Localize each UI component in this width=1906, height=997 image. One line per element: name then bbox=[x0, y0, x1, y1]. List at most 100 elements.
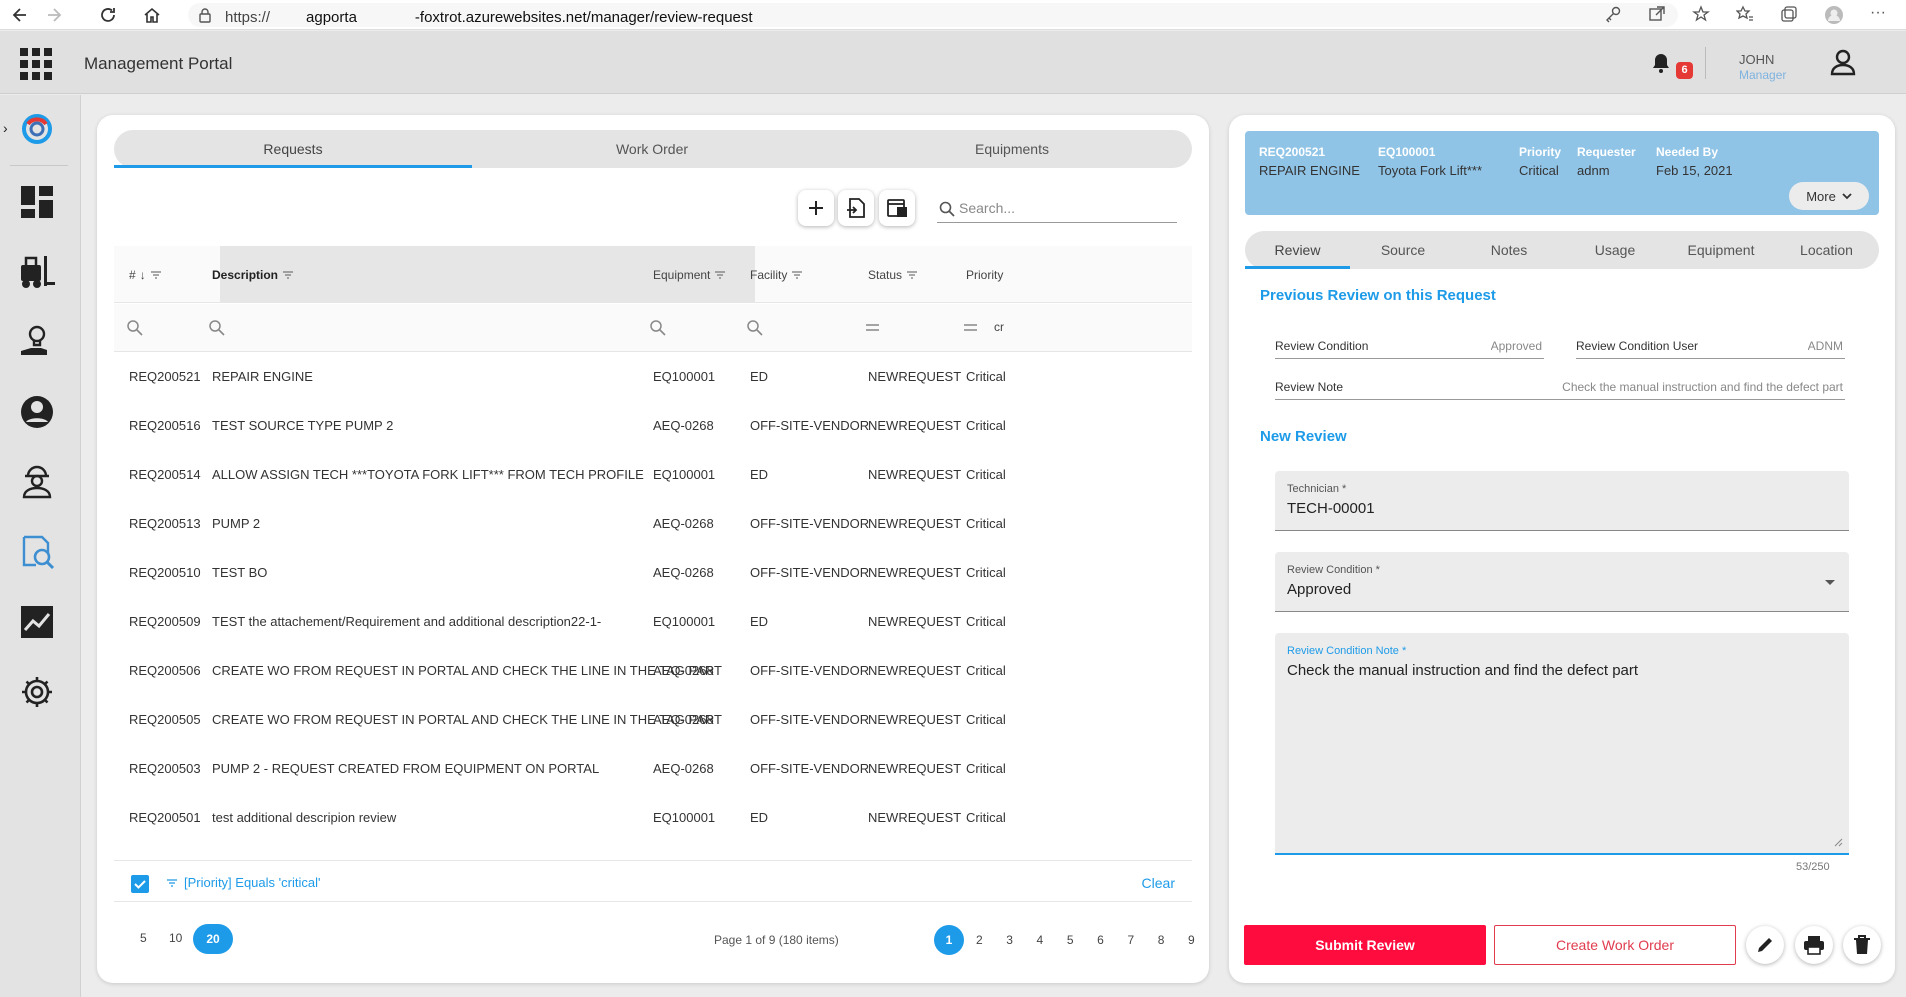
key-icon[interactable] bbox=[1604, 5, 1622, 23]
table-row[interactable]: REQ200521 REPAIR ENGINE EQ100001 ED NEWREQUE… bbox=[114, 353, 1192, 402]
cell-priority: Critical bbox=[966, 663, 1006, 678]
filter-search-icon[interactable] bbox=[208, 319, 225, 336]
submit-review-button[interactable]: Submit Review bbox=[1244, 925, 1486, 965]
nav-divider bbox=[10, 165, 68, 166]
profile-avatar-icon[interactable] bbox=[1824, 5, 1844, 25]
resize-handle-icon[interactable] bbox=[1834, 838, 1843, 847]
filter-search-icon[interactable] bbox=[126, 319, 143, 336]
reload-icon[interactable] bbox=[98, 5, 118, 25]
filter-icon[interactable] bbox=[714, 270, 726, 280]
review-condition-select[interactable]: Review Condition * Approved bbox=[1275, 552, 1849, 612]
filter-search-icon[interactable] bbox=[746, 319, 763, 336]
table-row[interactable]: REQ200509 TEST the attachement/Requiremen… bbox=[114, 598, 1192, 647]
page-1-button[interactable]: 1 bbox=[934, 925, 964, 955]
page-9-button[interactable]: 9 bbox=[1176, 925, 1206, 955]
page-4-button[interactable]: 4 bbox=[1025, 925, 1055, 955]
column-chooser-button[interactable] bbox=[879, 190, 915, 226]
cell-priority: Critical bbox=[966, 516, 1006, 531]
export-button[interactable] bbox=[838, 190, 874, 226]
forward-icon[interactable] bbox=[44, 5, 64, 25]
delete-button[interactable] bbox=[1843, 926, 1881, 964]
summary-needed-value: Feb 15, 2021 bbox=[1656, 163, 1733, 178]
page-size-10[interactable]: 10 bbox=[169, 931, 182, 945]
tab-source[interactable]: Source bbox=[1350, 231, 1456, 269]
app-launcher-icon[interactable] bbox=[20, 48, 52, 80]
summary-priority-label: Priority bbox=[1519, 145, 1562, 159]
col-header-num[interactable]: # ↓ bbox=[129, 268, 162, 282]
cell-id: REQ200503 bbox=[129, 761, 201, 776]
col-header-description[interactable]: Description bbox=[212, 268, 294, 282]
tab-work-order[interactable]: Work Order bbox=[472, 130, 832, 168]
url-domain-part: agporta bbox=[306, 9, 357, 26]
back-icon[interactable] bbox=[10, 5, 30, 25]
expand-nav-icon[interactable]: › bbox=[3, 120, 8, 136]
table-row[interactable]: REQ200503 PUMP 2 - REQUEST CREATED FROM E… bbox=[114, 745, 1192, 794]
filter-equals-icon[interactable] bbox=[864, 319, 881, 336]
dashboard-icon[interactable] bbox=[18, 183, 56, 221]
tab-review[interactable]: Review bbox=[1245, 231, 1350, 269]
table-row[interactable]: REQ200516 TEST SOURCE TYPE PUMP 2 AEQ-0268… bbox=[114, 402, 1192, 451]
browser-menu-icon[interactable]: ··· bbox=[1870, 5, 1886, 25]
filter-search-icon[interactable] bbox=[649, 319, 666, 336]
page-3-button[interactable]: 3 bbox=[995, 925, 1025, 955]
priority-filter-value[interactable]: cr bbox=[994, 320, 1004, 334]
add-request-button[interactable] bbox=[798, 190, 834, 226]
table-row[interactable]: REQ200514 ALLOW ASSIGN TECH ***TOYOTA FOR… bbox=[114, 451, 1192, 500]
page-5-button[interactable]: 5 bbox=[1055, 925, 1085, 955]
filter-icon[interactable] bbox=[906, 270, 918, 280]
external-icon[interactable] bbox=[1648, 5, 1666, 23]
tab-notes[interactable]: Notes bbox=[1456, 231, 1562, 269]
forklift-icon[interactable] bbox=[18, 253, 56, 291]
table-row[interactable]: REQ200506 CREATE WO FROM REQUEST IN PORTA… bbox=[114, 647, 1192, 696]
table-row[interactable]: REQ200505 CREATE WO FROM REQUEST IN PORTA… bbox=[114, 696, 1192, 745]
review-search-icon[interactable] bbox=[18, 533, 56, 571]
col-header-equipment[interactable]: Equipment bbox=[653, 268, 726, 282]
page-7-button[interactable]: 7 bbox=[1116, 925, 1146, 955]
table-row[interactable]: REQ200501 test additional descripion revi… bbox=[114, 794, 1192, 843]
tab-location[interactable]: Location bbox=[1774, 231, 1879, 269]
table-row[interactable]: REQ200510 TEST BO AEQ-0268 OFF-SITE-VENDOR N… bbox=[114, 549, 1192, 598]
page-6-button[interactable]: 6 bbox=[1086, 925, 1116, 955]
settings-gear-icon[interactable] bbox=[18, 673, 56, 711]
active-filter[interactable]: [Priority] Equals 'critical' bbox=[166, 875, 320, 890]
col-header-priority[interactable]: Priority bbox=[966, 268, 1003, 282]
request-idea-icon[interactable] bbox=[18, 323, 56, 361]
technician-field[interactable]: Technician * TECH-00001 bbox=[1275, 471, 1849, 531]
page-size-5[interactable]: 5 bbox=[140, 931, 147, 945]
technician-icon[interactable] bbox=[18, 463, 56, 501]
filter-icon[interactable] bbox=[791, 270, 803, 280]
address-bar[interactable]: https:// agporta -foxtrot.azurewebsites.ne… bbox=[188, 3, 1678, 27]
filter-equals-icon[interactable] bbox=[962, 319, 979, 336]
print-button[interactable] bbox=[1795, 926, 1833, 964]
create-work-order-button[interactable]: Create Work Order bbox=[1494, 925, 1736, 965]
tab-usage[interactable]: Usage bbox=[1562, 231, 1668, 269]
analytics-chart-icon[interactable] bbox=[18, 603, 56, 641]
clear-filter-button[interactable]: Clear bbox=[1142, 875, 1175, 891]
app-logo-icon[interactable] bbox=[20, 112, 54, 146]
filter-enabled-checkbox[interactable] bbox=[131, 875, 149, 893]
col-header-status[interactable]: Status bbox=[868, 268, 918, 282]
table-row[interactable]: REQ200513 PUMP 2 AEQ-0268 OFF-SITE-VENDOR NE… bbox=[114, 500, 1192, 549]
favorites-icon[interactable] bbox=[1736, 5, 1754, 23]
review-note-textarea[interactable]: Review Condition Note * Check the manual… bbox=[1275, 633, 1849, 855]
more-button[interactable]: More bbox=[1789, 182, 1869, 210]
filter-icon[interactable] bbox=[150, 270, 162, 280]
bell-icon[interactable] bbox=[1650, 52, 1672, 74]
user-account-icon[interactable] bbox=[1828, 47, 1858, 77]
tab-equipments[interactable]: Equipments bbox=[832, 130, 1192, 168]
edit-button[interactable] bbox=[1746, 926, 1784, 964]
app-title: Management Portal bbox=[84, 54, 233, 73]
home-icon[interactable] bbox=[142, 5, 162, 25]
search-input[interactable] bbox=[959, 200, 1169, 216]
cell-equipment: AEQ-0268 bbox=[653, 663, 714, 678]
page-2-button[interactable]: 2 bbox=[964, 925, 994, 955]
favorite-add-icon[interactable] bbox=[1692, 5, 1710, 23]
collections-icon[interactable] bbox=[1780, 5, 1798, 23]
page-size-20[interactable]: 20 bbox=[193, 924, 233, 954]
filter-icon[interactable] bbox=[282, 270, 294, 280]
tab-equipment[interactable]: Equipment bbox=[1668, 231, 1774, 269]
tab-requests[interactable]: Requests bbox=[114, 130, 472, 168]
page-8-button[interactable]: 8 bbox=[1146, 925, 1176, 955]
col-header-facility[interactable]: Facility bbox=[750, 268, 803, 282]
account-circle-icon[interactable] bbox=[18, 393, 56, 431]
